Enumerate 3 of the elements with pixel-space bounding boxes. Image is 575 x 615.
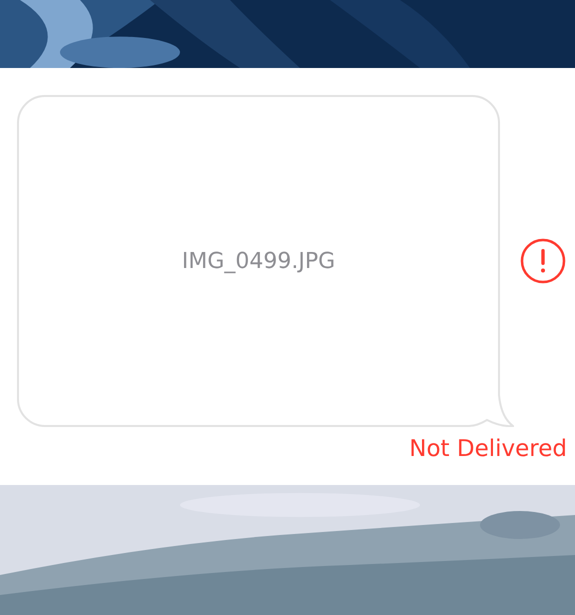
file-attachment-bubble[interactable]: IMG_0499.JPG	[17, 95, 514, 427]
delivery-status: Not Delivered	[409, 435, 567, 463]
error-icon[interactable]	[520, 238, 566, 284]
